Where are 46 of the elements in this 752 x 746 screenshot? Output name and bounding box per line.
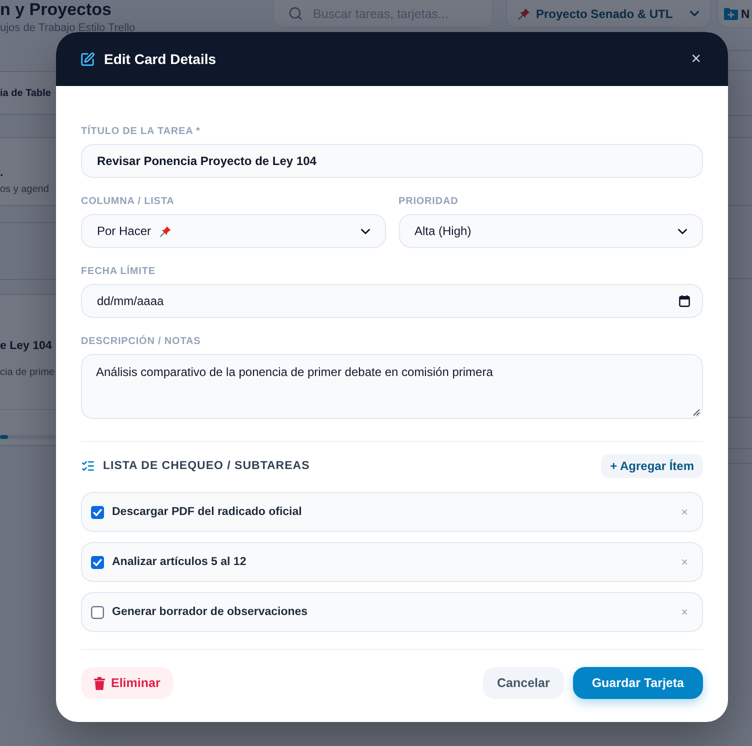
- trash-icon: [94, 676, 105, 690]
- save-button[interactable]: Guardar Tarjeta: [572, 667, 703, 699]
- modal-title: Edit Card Details: [104, 51, 216, 67]
- remove-button[interactable]: ×: [680, 555, 688, 569]
- calendar-icon[interactable]: [679, 295, 690, 307]
- cancel-button[interactable]: Cancelar: [483, 667, 564, 699]
- card-title: e Ley 104: [0, 339, 53, 354]
- checkbox[interactable]: [91, 606, 104, 618]
- remove-button[interactable]: ×: [680, 605, 688, 619]
- checklist-item-label: Generar borrador de observaciones: [112, 606, 308, 618]
- resize-handle-icon[interactable]: [693, 409, 700, 416]
- field-label: DESCRIPCIÓN / NOTAS: [81, 335, 201, 349]
- close-button[interactable]: ×: [689, 50, 703, 68]
- remove-button[interactable]: ×: [680, 505, 688, 519]
- checkbox[interactable]: [91, 506, 104, 518]
- card-description: os y agend: [0, 183, 50, 197]
- field-label: PRIORIDAD: [398, 195, 458, 209]
- checklist-item-label: Descargar PDF del radicado oficial: [112, 506, 302, 518]
- add-item-button[interactable]: + Agregar Ítem: [601, 454, 703, 478]
- field-label: COLUMNA / LISTA: [81, 195, 174, 209]
- column-title: ia de Table: [0, 88, 51, 98]
- date-input[interactable]: dd/mm/aaaa: [81, 284, 703, 318]
- card-description: cia de prime: [0, 366, 55, 380]
- checklist-icon: [81, 459, 95, 473]
- delete-button[interactable]: Eliminar: [81, 667, 174, 699]
- task-card[interactable]: . os y agend: [0, 137, 55, 206]
- title-input[interactable]: Revisar Ponencia Proyecto de Ley 104: [81, 144, 703, 178]
- task-card[interactable]: e Ley 104 cia de prime: [0, 294, 55, 446]
- checkbox[interactable]: [91, 556, 104, 568]
- checklist-title: LISTA DE CHEQUEO / SUBTAREAS: [103, 460, 310, 472]
- app-title: n y Proyectos: [0, 0, 112, 19]
- card-title: .: [0, 166, 4, 181]
- select-field[interactable]: Por Hacer: [81, 214, 386, 248]
- folder-plus-icon: [724, 8, 738, 20]
- pushpin-icon: [159, 224, 172, 238]
- checklist-item-label: Analizar artículos 5 al 12: [112, 556, 246, 568]
- edit-icon: [80, 52, 95, 66]
- new-button[interactable]: N: [717, 0, 752, 28]
- search-icon: [288, 6, 303, 21]
- field-label: FECHA LÍMITE: [81, 265, 156, 279]
- project-select[interactable]: Proyecto Senado & UTL: [506, 0, 711, 28]
- field-label: TÍTULO DE LA TAREA *: [81, 125, 200, 139]
- description-textarea[interactable]: Análisis comparativo de la ponencia de primer debate en comisión primera: [81, 354, 703, 419]
- pushpin-icon: [517, 6, 531, 20]
- app-subtitle: ujos de Trabajo Estilo Trello: [0, 21, 136, 35]
- select-field[interactable]: Alta (High): [398, 214, 703, 248]
